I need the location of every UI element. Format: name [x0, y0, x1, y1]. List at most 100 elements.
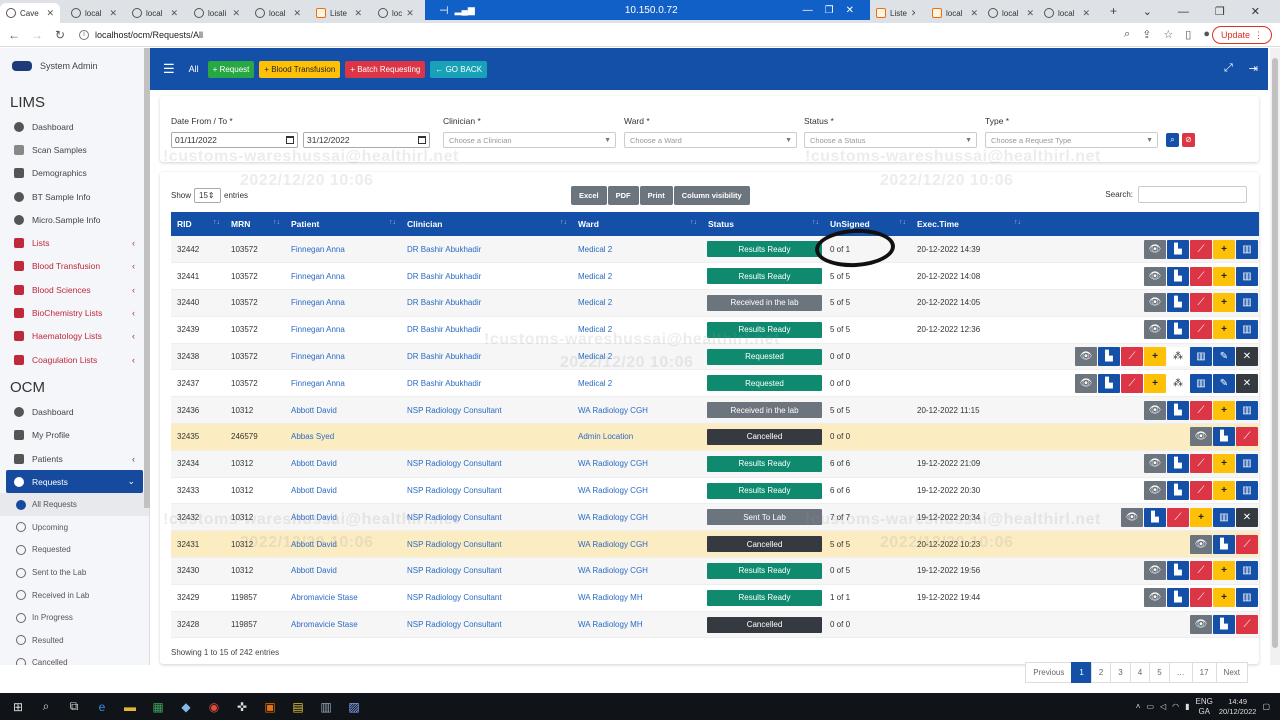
chart-action-button[interactable]: ▙: [1167, 481, 1189, 501]
wifi-icon[interactable]: ◠: [1172, 702, 1179, 711]
view-action-button[interactable]: 👁: [1144, 293, 1166, 313]
group-action-button[interactable]: ⁂: [1167, 373, 1189, 393]
cell-clinician[interactable]: DR Bashir Abukhadir: [401, 316, 572, 344]
calendar-icon[interactable]: [418, 136, 426, 144]
graph-action-button[interactable]: ⟋: [1190, 293, 1212, 313]
cell-patient[interactable]: Abbott David: [285, 503, 401, 532]
page-length-select[interactable]: 15 ⇕: [194, 188, 222, 203]
browser-tab[interactable]: local ✕: [65, 3, 123, 23]
network-icon[interactable]: ▭: [1146, 702, 1154, 711]
graph-action-button[interactable]: ⟋: [1190, 320, 1212, 340]
cell-clinician[interactable]: NSP Radiology Consultant: [401, 450, 572, 478]
table-row[interactable]: 32438 103572 Finnegan Anna DR Bashir Abukha…: [171, 343, 1259, 371]
cell-clinician[interactable]: DR Bashir Abukhadir: [401, 289, 572, 317]
close-tab-icon[interactable]: ✕: [970, 8, 978, 19]
view-action-button[interactable]: 👁: [1075, 373, 1097, 393]
cell-patient[interactable]: Finnegan Anna: [285, 316, 401, 344]
page-button-2[interactable]: 2: [1090, 662, 1112, 683]
cell-clinician[interactable]: DR Bashir Abukhadir: [401, 369, 572, 398]
view-action-button[interactable]: 👁: [1144, 320, 1166, 340]
cell-clinician[interactable]: NSP Radiology Consultant: [401, 557, 572, 585]
column-header-ward[interactable]: Ward ↑↓: [572, 212, 702, 236]
calendar-icon[interactable]: [286, 136, 294, 144]
add-action-button[interactable]: +: [1213, 293, 1235, 313]
sidebar-item-scan-samples[interactable]: Scan Samples: [0, 138, 149, 161]
clear-filter-button[interactable]: ⊘: [1182, 133, 1195, 147]
sidebar-item-dashboard[interactable]: Dashboard: [0, 115, 149, 138]
export-excel-button[interactable]: Excel: [571, 186, 607, 205]
header-button-0[interactable]: + Request: [207, 60, 255, 78]
add-action-button[interactable]: +: [1213, 454, 1235, 474]
sidepanel-icon[interactable]: ▯: [1185, 28, 1191, 41]
chart-action-button[interactable]: ▙: [1167, 239, 1189, 259]
browser-tab[interactable]: local ✕: [249, 3, 307, 23]
cell-ward[interactable]: WA Radiology CGH: [572, 530, 702, 559]
tab-search-icon[interactable]: ⌄: [1143, 5, 1152, 18]
task-view-icon[interactable]: ⧉: [60, 693, 88, 720]
sidebar-item-lists[interactable]: Lists ‹: [0, 231, 149, 254]
app-icon[interactable]: ✜: [228, 693, 256, 720]
chart-action-button[interactable]: ▙: [1167, 588, 1189, 608]
close-tab-icon[interactable]: ✕: [911, 8, 915, 19]
close-tab-icon[interactable]: ✕: [1082, 8, 1090, 19]
sidebar-subitem-upcoming[interactable]: Upcoming: [0, 516, 149, 539]
graph-action-button[interactable]: ⟋: [1167, 507, 1189, 527]
table-row[interactable]: 32430 10312 Abbott David NSP Radiology Cons…: [171, 557, 1259, 585]
cell-clinician[interactable]: NSP Radiology Consultant: [401, 503, 572, 532]
header-button-1[interactable]: + Blood Transfusion: [259, 60, 341, 78]
cell-patient[interactable]: Finnegan Anna: [285, 236, 401, 264]
export-print-button[interactable]: Print: [639, 186, 673, 205]
cell-clinician[interactable]: NSP Radiology Consultant: [401, 611, 572, 639]
chart-action-button[interactable]: ▙: [1167, 400, 1189, 420]
cell-ward[interactable]: WA Radiology MH: [572, 611, 702, 639]
cell-patient[interactable]: Abbott David: [285, 396, 401, 425]
cell-clinician[interactable]: NSP Radiology Consultant: [401, 477, 572, 505]
cell-ward[interactable]: WA Radiology CGH: [572, 396, 702, 425]
share-icon[interactable]: ⇪: [1142, 28, 1151, 41]
cell-patient[interactable]: Abromavicie Stase: [285, 611, 401, 639]
edit-action-button[interactable]: ✎: [1213, 347, 1235, 367]
table-row[interactable]: 32431 10312 Abbott David NSP Radiology Cons…: [171, 530, 1259, 559]
logout-icon[interactable]: ⇥: [1249, 62, 1258, 75]
graph-action-button[interactable]: ⟋: [1236, 534, 1258, 554]
maximize-icon[interactable]: ❐: [1215, 5, 1225, 18]
forward-icon[interactable]: →: [28, 28, 46, 42]
browser-tab[interactable]: Liste ✕: [870, 3, 915, 23]
clinician-select[interactable]: Choose a Clinician ▼: [443, 132, 616, 148]
new-tab-icon[interactable]: +: [1110, 4, 1117, 18]
app-icon[interactable]: ▨: [340, 693, 368, 720]
page-button-1[interactable]: 1: [1071, 662, 1092, 683]
column-header-exec-time[interactable]: Exec.Time ↑↓: [911, 212, 1026, 236]
close-tab-icon[interactable]: ✕: [232, 8, 240, 19]
sidebar-item-bt-sample-info[interactable]: BT Sample Info: [0, 185, 149, 208]
page-scrollbar[interactable]: [1270, 48, 1280, 665]
graph-action-button[interactable]: ⟋: [1190, 588, 1212, 608]
table-row[interactable]: 32437 103572 Finnegan Anna DR Bashir Abukha…: [171, 369, 1259, 398]
cell-clinician[interactable]: NSP Radiology Consultant: [401, 530, 572, 559]
sidebar-subitem-in-progress[interactable]: In Progress: [0, 606, 149, 629]
search-filter-button[interactable]: ⌕: [1166, 133, 1179, 147]
print-action-button[interactable]: ▥: [1236, 561, 1258, 581]
add-action-button[interactable]: +: [1213, 561, 1235, 581]
cell-ward[interactable]: WA Radiology CGH: [572, 450, 702, 478]
sidebar-item-patients[interactable]: Patients ‹: [0, 447, 149, 470]
graph-action-button[interactable]: ⟋: [1190, 239, 1212, 259]
date-to-input[interactable]: 31/12/2022: [303, 132, 430, 148]
windows-start-icon[interactable]: ⊞: [4, 693, 32, 720]
print-action-button[interactable]: ▥: [1236, 588, 1258, 608]
sidebar-item-coagulation-lists[interactable]: Coagulation Lists ‹: [0, 348, 149, 371]
add-action-button[interactable]: +: [1213, 239, 1235, 259]
page-button-next[interactable]: Next: [1215, 662, 1248, 683]
table-row[interactable]: 32441 103572 Finnegan Anna DR Bashir Abukha…: [171, 262, 1259, 291]
header-button-2[interactable]: + Batch Requesting: [345, 60, 426, 78]
view-action-button[interactable]: 👁: [1144, 239, 1166, 259]
cell-ward[interactable]: Medical 2: [572, 236, 702, 264]
header-button-3[interactable]: ← GO BACK: [430, 60, 488, 78]
add-action-button[interactable]: +: [1213, 588, 1235, 608]
graph-action-button[interactable]: ⟋: [1190, 561, 1212, 581]
hamburger-menu-icon[interactable]: ☰: [163, 61, 175, 77]
print-action-button[interactable]: ▥: [1236, 320, 1258, 340]
close-tab-icon[interactable]: ✕: [109, 8, 117, 19]
chart-action-button[interactable]: ▙: [1098, 373, 1120, 393]
view-action-button[interactable]: 👁: [1121, 507, 1143, 527]
